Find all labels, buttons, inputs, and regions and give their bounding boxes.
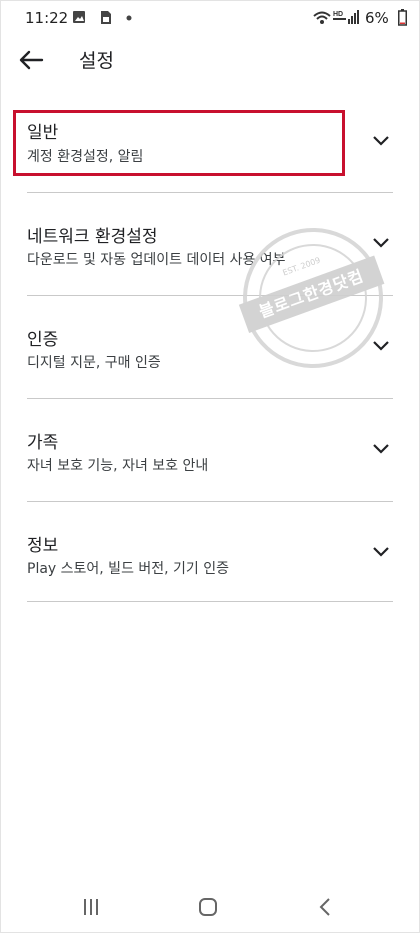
page-title: 설정 [79, 50, 114, 72]
settings-item-subtitle: 자녀 보호 기능, 자녀 보호 안내 [27, 458, 209, 474]
battery-icon [398, 9, 407, 26]
chevron-down-icon [373, 547, 389, 557]
gallery-icon [73, 11, 85, 23]
nav-bar [0, 880, 420, 933]
settings-item-about[interactable]: 정보 Play 스토어, 빌드 버전, 기기 인증 [0, 502, 420, 601]
app-bar: 설정 [0, 36, 420, 84]
chevron-down-icon [373, 238, 389, 248]
wifi-icon [313, 11, 331, 24]
chevron-down-icon [373, 444, 389, 454]
dot-icon [126, 15, 132, 21]
chevron-down-icon [373, 136, 389, 146]
battery-percent: 6% [365, 9, 389, 27]
home-icon[interactable] [198, 897, 218, 917]
settings-item-label: 네트워크 환경설정 [27, 227, 158, 247]
chevron-down-icon [373, 341, 389, 351]
network-text: HD [333, 11, 343, 18]
back-icon[interactable] [318, 897, 332, 917]
settings-item-family[interactable]: 가족 자녀 보호 기능, 자녀 보호 안내 [0, 399, 420, 501]
settings-item-subtitle: Play 스토어, 빌드 버전, 기기 인증 [27, 561, 230, 577]
settings-item-subtitle: 다운로드 및 자동 업데이트 데이터 사용 여부 [27, 252, 286, 268]
status-time: 11:22 [25, 9, 69, 27]
sim-icon [101, 11, 111, 24]
recents-icon[interactable] [82, 898, 100, 916]
divider [27, 601, 393, 602]
settings-item-subtitle: 디지털 지문, 구매 인증 [27, 355, 161, 371]
settings-item-label: 가족 [27, 433, 59, 453]
signal-icon [348, 10, 359, 24]
status-bar: 11:22 HD 6% [0, 0, 420, 36]
hd-voice-icon: HD [333, 11, 346, 20]
highlight-box [13, 110, 345, 176]
arrow-left-icon[interactable] [18, 48, 44, 72]
settings-item-label: 인증 [27, 330, 59, 350]
settings-item-label: 정보 [27, 536, 59, 556]
